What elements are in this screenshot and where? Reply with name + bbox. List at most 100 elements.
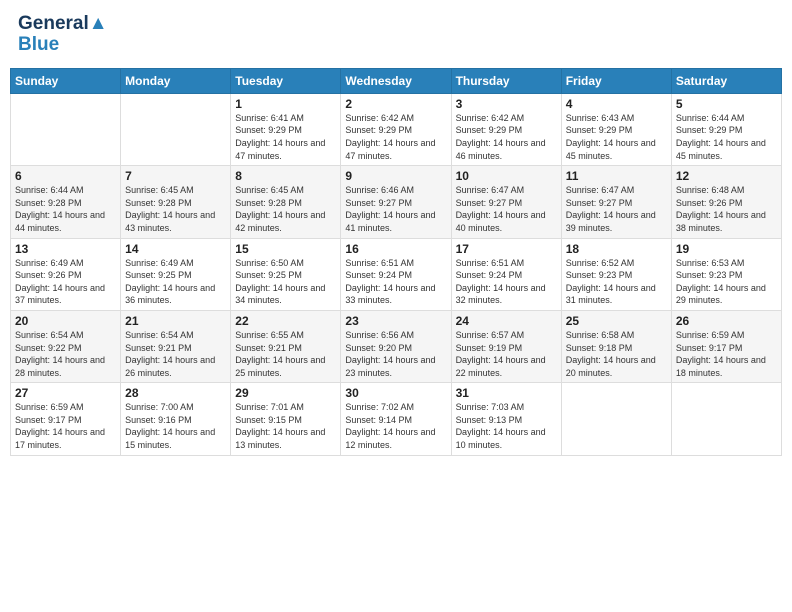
day-of-week-header: Thursday (451, 68, 561, 93)
calendar-week-row: 13Sunrise: 6:49 AM Sunset: 9:26 PM Dayli… (11, 238, 782, 310)
calendar-day-cell: 20Sunrise: 6:54 AM Sunset: 9:22 PM Dayli… (11, 310, 121, 382)
day-of-week-header: Wednesday (341, 68, 451, 93)
day-number: 15 (235, 242, 336, 256)
calendar-day-cell: 2Sunrise: 6:42 AM Sunset: 9:29 PM Daylig… (341, 93, 451, 165)
day-number: 19 (676, 242, 777, 256)
day-info: Sunrise: 7:03 AM Sunset: 9:13 PM Dayligh… (456, 401, 557, 451)
calendar-day-cell: 22Sunrise: 6:55 AM Sunset: 9:21 PM Dayli… (231, 310, 341, 382)
calendar-day-cell: 12Sunrise: 6:48 AM Sunset: 9:26 PM Dayli… (671, 166, 781, 238)
calendar-day-cell: 7Sunrise: 6:45 AM Sunset: 9:28 PM Daylig… (121, 166, 231, 238)
day-info: Sunrise: 6:51 AM Sunset: 9:24 PM Dayligh… (345, 257, 446, 307)
day-number: 22 (235, 314, 336, 328)
day-number: 2 (345, 97, 446, 111)
day-info: Sunrise: 6:47 AM Sunset: 9:27 PM Dayligh… (456, 184, 557, 234)
day-number: 3 (456, 97, 557, 111)
day-info: Sunrise: 6:54 AM Sunset: 9:21 PM Dayligh… (125, 329, 226, 379)
day-info: Sunrise: 6:45 AM Sunset: 9:28 PM Dayligh… (125, 184, 226, 234)
calendar-day-cell: 19Sunrise: 6:53 AM Sunset: 9:23 PM Dayli… (671, 238, 781, 310)
day-info: Sunrise: 6:52 AM Sunset: 9:23 PM Dayligh… (566, 257, 667, 307)
day-info: Sunrise: 6:49 AM Sunset: 9:25 PM Dayligh… (125, 257, 226, 307)
calendar-day-cell: 14Sunrise: 6:49 AM Sunset: 9:25 PM Dayli… (121, 238, 231, 310)
day-info: Sunrise: 6:46 AM Sunset: 9:27 PM Dayligh… (345, 184, 446, 234)
logo-text-blue: Blue (18, 35, 108, 56)
calendar-day-cell: 27Sunrise: 6:59 AM Sunset: 9:17 PM Dayli… (11, 383, 121, 455)
day-number: 20 (15, 314, 116, 328)
day-info: Sunrise: 6:54 AM Sunset: 9:22 PM Dayligh… (15, 329, 116, 379)
day-of-week-header: Monday (121, 68, 231, 93)
day-number: 23 (345, 314, 446, 328)
day-info: Sunrise: 6:42 AM Sunset: 9:29 PM Dayligh… (456, 112, 557, 162)
day-number: 1 (235, 97, 336, 111)
calendar-day-cell: 16Sunrise: 6:51 AM Sunset: 9:24 PM Dayli… (341, 238, 451, 310)
day-number: 25 (566, 314, 667, 328)
day-number: 4 (566, 97, 667, 111)
day-info: Sunrise: 6:50 AM Sunset: 9:25 PM Dayligh… (235, 257, 336, 307)
calendar-day-cell (11, 93, 121, 165)
day-number: 6 (15, 169, 116, 183)
day-info: Sunrise: 6:49 AM Sunset: 9:26 PM Dayligh… (15, 257, 116, 307)
calendar-day-cell: 30Sunrise: 7:02 AM Sunset: 9:14 PM Dayli… (341, 383, 451, 455)
calendar-day-cell: 18Sunrise: 6:52 AM Sunset: 9:23 PM Dayli… (561, 238, 671, 310)
calendar-day-cell: 8Sunrise: 6:45 AM Sunset: 9:28 PM Daylig… (231, 166, 341, 238)
day-info: Sunrise: 6:41 AM Sunset: 9:29 PM Dayligh… (235, 112, 336, 162)
calendar-day-cell: 10Sunrise: 6:47 AM Sunset: 9:27 PM Dayli… (451, 166, 561, 238)
day-number: 17 (456, 242, 557, 256)
calendar-week-row: 20Sunrise: 6:54 AM Sunset: 9:22 PM Dayli… (11, 310, 782, 382)
calendar-week-row: 6Sunrise: 6:44 AM Sunset: 9:28 PM Daylig… (11, 166, 782, 238)
day-number: 11 (566, 169, 667, 183)
calendar-day-cell: 17Sunrise: 6:51 AM Sunset: 9:24 PM Dayli… (451, 238, 561, 310)
calendar-day-cell: 24Sunrise: 6:57 AM Sunset: 9:19 PM Dayli… (451, 310, 561, 382)
calendar-day-cell: 3Sunrise: 6:42 AM Sunset: 9:29 PM Daylig… (451, 93, 561, 165)
day-of-week-header: Sunday (11, 68, 121, 93)
day-info: Sunrise: 6:59 AM Sunset: 9:17 PM Dayligh… (15, 401, 116, 451)
calendar-table: SundayMondayTuesdayWednesdayThursdayFrid… (10, 68, 782, 456)
calendar-day-cell: 11Sunrise: 6:47 AM Sunset: 9:27 PM Dayli… (561, 166, 671, 238)
day-number: 10 (456, 169, 557, 183)
calendar-day-cell (121, 93, 231, 165)
calendar-day-cell (561, 383, 671, 455)
day-of-week-header: Tuesday (231, 68, 341, 93)
day-number: 30 (345, 386, 446, 400)
day-of-week-header: Saturday (671, 68, 781, 93)
calendar-day-cell: 1Sunrise: 6:41 AM Sunset: 9:29 PM Daylig… (231, 93, 341, 165)
calendar-day-cell: 21Sunrise: 6:54 AM Sunset: 9:21 PM Dayli… (121, 310, 231, 382)
day-number: 29 (235, 386, 336, 400)
day-number: 27 (15, 386, 116, 400)
day-info: Sunrise: 6:47 AM Sunset: 9:27 PM Dayligh… (566, 184, 667, 234)
day-number: 31 (456, 386, 557, 400)
day-number: 12 (676, 169, 777, 183)
day-info: Sunrise: 6:55 AM Sunset: 9:21 PM Dayligh… (235, 329, 336, 379)
day-number: 5 (676, 97, 777, 111)
day-info: Sunrise: 6:44 AM Sunset: 9:29 PM Dayligh… (676, 112, 777, 162)
calendar-day-cell: 28Sunrise: 7:00 AM Sunset: 9:16 PM Dayli… (121, 383, 231, 455)
day-number: 21 (125, 314, 226, 328)
calendar-day-cell: 9Sunrise: 6:46 AM Sunset: 9:27 PM Daylig… (341, 166, 451, 238)
day-info: Sunrise: 7:01 AM Sunset: 9:15 PM Dayligh… (235, 401, 336, 451)
calendar-week-row: 1Sunrise: 6:41 AM Sunset: 9:29 PM Daylig… (11, 93, 782, 165)
calendar-day-cell: 6Sunrise: 6:44 AM Sunset: 9:28 PM Daylig… (11, 166, 121, 238)
day-number: 9 (345, 169, 446, 183)
day-number: 14 (125, 242, 226, 256)
day-info: Sunrise: 6:44 AM Sunset: 9:28 PM Dayligh… (15, 184, 116, 234)
calendar-week-row: 27Sunrise: 6:59 AM Sunset: 9:17 PM Dayli… (11, 383, 782, 455)
day-info: Sunrise: 6:48 AM Sunset: 9:26 PM Dayligh… (676, 184, 777, 234)
day-info: Sunrise: 6:53 AM Sunset: 9:23 PM Dayligh… (676, 257, 777, 307)
day-number: 26 (676, 314, 777, 328)
day-info: Sunrise: 6:43 AM Sunset: 9:29 PM Dayligh… (566, 112, 667, 162)
day-info: Sunrise: 6:57 AM Sunset: 9:19 PM Dayligh… (456, 329, 557, 379)
day-number: 16 (345, 242, 446, 256)
day-info: Sunrise: 6:59 AM Sunset: 9:17 PM Dayligh… (676, 329, 777, 379)
day-of-week-header: Friday (561, 68, 671, 93)
page-header: General▲ Blue (10, 10, 782, 60)
day-number: 28 (125, 386, 226, 400)
calendar-day-cell: 31Sunrise: 7:03 AM Sunset: 9:13 PM Dayli… (451, 383, 561, 455)
calendar-day-cell: 4Sunrise: 6:43 AM Sunset: 9:29 PM Daylig… (561, 93, 671, 165)
calendar-header-row: SundayMondayTuesdayWednesdayThursdayFrid… (11, 68, 782, 93)
calendar-day-cell: 23Sunrise: 6:56 AM Sunset: 9:20 PM Dayli… (341, 310, 451, 382)
day-number: 8 (235, 169, 336, 183)
day-info: Sunrise: 6:51 AM Sunset: 9:24 PM Dayligh… (456, 257, 557, 307)
calendar-day-cell: 29Sunrise: 7:01 AM Sunset: 9:15 PM Dayli… (231, 383, 341, 455)
calendar-day-cell: 5Sunrise: 6:44 AM Sunset: 9:29 PM Daylig… (671, 93, 781, 165)
day-number: 7 (125, 169, 226, 183)
calendar-day-cell: 13Sunrise: 6:49 AM Sunset: 9:26 PM Dayli… (11, 238, 121, 310)
